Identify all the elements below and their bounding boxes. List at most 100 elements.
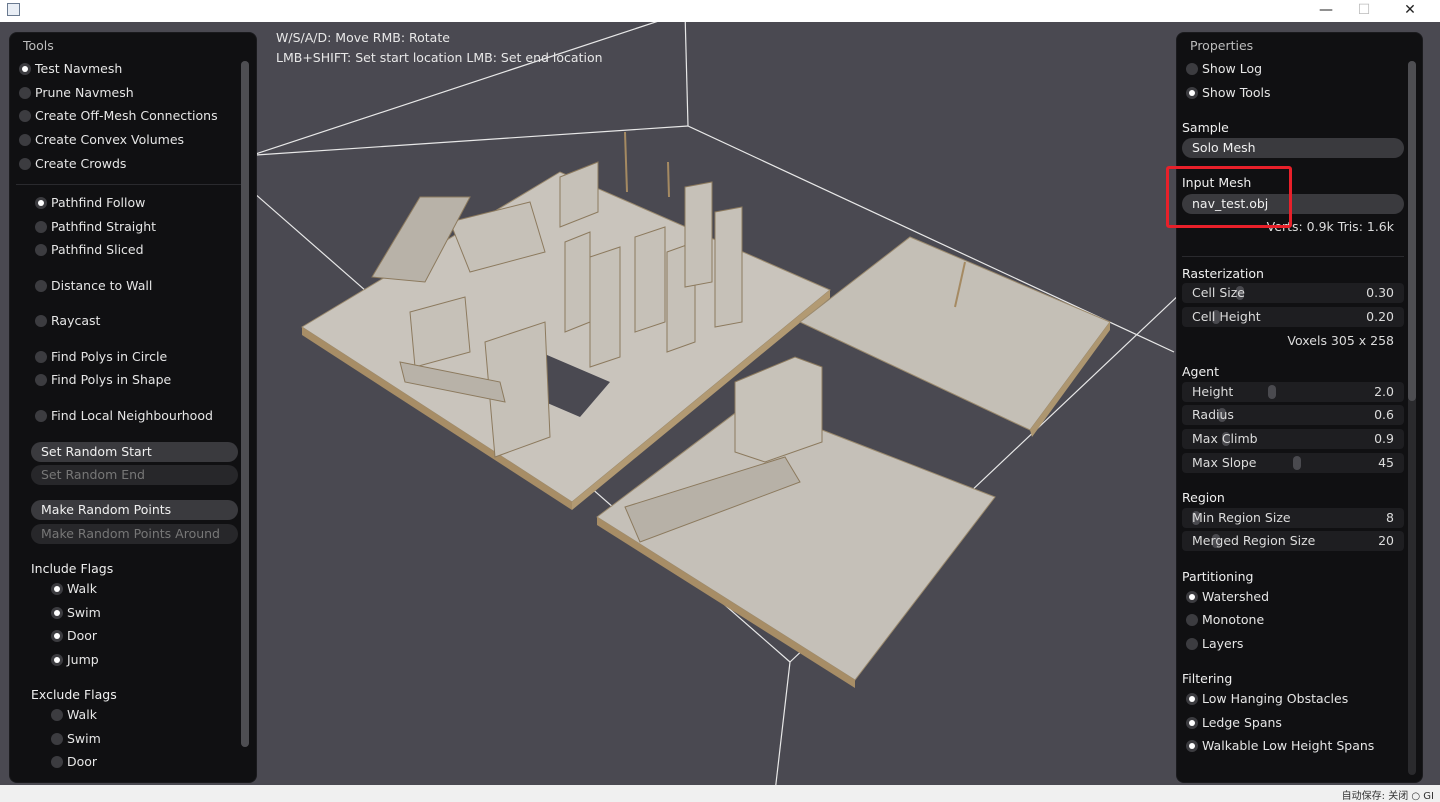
agent-max-climb-slider[interactable]: Max Climb 0.9: [1182, 429, 1404, 449]
radio-off-icon: [19, 134, 31, 146]
make-random-points-around-button[interactable]: Make Random Points Around: [31, 524, 238, 544]
test-raycast[interactable]: Raycast: [35, 311, 235, 331]
test-distance-to-wall[interactable]: Distance to Wall: [35, 276, 235, 296]
test-label: Raycast: [51, 313, 101, 328]
scrollbar-thumb[interactable]: [1408, 61, 1416, 401]
help-text-move: W/S/A/D: Move RMB: Rotate: [276, 30, 450, 45]
merged-region-size-slider[interactable]: Merged Region Size 20: [1182, 531, 1404, 551]
min-region-size-slider[interactable]: Min Region Size 8: [1182, 508, 1404, 528]
tool-create-off-mesh-connections[interactable]: Create Off-Mesh Connections: [19, 106, 229, 126]
test-pathfind-straight[interactable]: Pathfind Straight: [35, 217, 235, 237]
agent-max-slope-slider[interactable]: Max Slope 45: [1182, 453, 1404, 473]
checkbox-off-icon: [1186, 63, 1198, 75]
radio-on-icon: [19, 63, 31, 75]
radio-label: Watershed: [1202, 589, 1270, 604]
slider-value: 2.0: [1374, 384, 1394, 399]
exclude-flag-swim[interactable]: Swim: [51, 729, 201, 749]
set-random-end-button[interactable]: Set Random End: [31, 465, 238, 485]
show-tools-checkbox[interactable]: Show Tools: [1186, 83, 1386, 103]
help-text-location: LMB+SHIFT: Set start location LMB: Set e…: [276, 50, 603, 65]
maximize-button[interactable]: ☐: [1341, 0, 1387, 22]
test-label: Pathfind Straight: [51, 219, 157, 234]
input-mesh-highlight: [1166, 166, 1292, 228]
test-pathfind-sliced[interactable]: Pathfind Sliced: [35, 240, 235, 260]
include-flags-heading: Include Flags: [31, 561, 114, 576]
sample-heading: Sample: [1182, 120, 1229, 135]
partition-watershed[interactable]: Watershed: [1186, 587, 1386, 607]
include-flag-door[interactable]: Door: [51, 626, 201, 646]
radio-label: Monotone: [1202, 612, 1265, 627]
tool-label: Create Convex Volumes: [35, 132, 185, 147]
radio-off-icon: [1186, 638, 1198, 650]
checkbox-on-icon: [51, 630, 63, 642]
show-log-checkbox[interactable]: Show Log: [1186, 59, 1386, 79]
checkbox-label: Show Tools: [1202, 85, 1271, 100]
agent-height-slider[interactable]: Height 2.0: [1182, 382, 1404, 402]
tool-test-navmesh[interactable]: Test Navmesh: [19, 59, 229, 79]
slider-knob[interactable]: [1268, 385, 1276, 399]
slider-value: 0.9: [1374, 431, 1394, 446]
slider-knob[interactable]: [1293, 456, 1301, 470]
radio-off-icon: [19, 87, 31, 99]
checkbox-off-icon: [51, 709, 63, 721]
exclude-flag-door[interactable]: Door: [51, 752, 201, 772]
test-label: Pathfind Sliced: [51, 242, 144, 257]
partition-monotone[interactable]: Monotone: [1186, 610, 1386, 630]
tool-create-crowds[interactable]: Create Crowds: [19, 154, 229, 174]
slider-label: Height: [1192, 384, 1234, 399]
scrollbar-thumb[interactable]: [241, 61, 249, 747]
test-label: Distance to Wall: [51, 278, 153, 293]
radio-off-icon: [19, 110, 31, 122]
checkbox-label: Ledge Spans: [1202, 715, 1282, 730]
tool-label: Prune Navmesh: [35, 85, 134, 100]
slider-value: 0.30: [1366, 285, 1394, 300]
checkbox-label: Show Log: [1202, 61, 1263, 76]
checkbox-label: Low Hanging Obstacles: [1202, 691, 1349, 706]
checkbox-on-icon: [1186, 693, 1198, 705]
test-find-polys-in-shape[interactable]: Find Polys in Shape: [35, 370, 235, 390]
agent-heading: Agent: [1182, 364, 1219, 379]
partitioning-heading: Partitioning: [1182, 569, 1254, 584]
agent-radius-slider[interactable]: Radius 0.6: [1182, 405, 1404, 425]
properties-panel-title: Properties: [1190, 38, 1254, 53]
properties-scrollbar[interactable]: [1408, 61, 1416, 775]
cell-height-slider[interactable]: Cell Height 0.20: [1182, 307, 1404, 327]
filter-walkable-low-height-spans[interactable]: Walkable Low Height Spans: [1186, 736, 1396, 756]
flag-label: Door: [67, 754, 98, 769]
partition-layers[interactable]: Layers: [1186, 634, 1386, 654]
flag-label: Swim: [67, 731, 101, 746]
properties-panel: Properties Show Log Show Tools Sample So…: [1177, 33, 1422, 782]
radio-off-icon: [1186, 614, 1198, 626]
close-button[interactable]: ✕: [1387, 0, 1433, 22]
include-flag-jump[interactable]: Jump: [51, 650, 201, 670]
test-label: Find Polys in Shape: [51, 372, 172, 387]
tools-scrollbar[interactable]: [241, 61, 249, 747]
filter-low-hanging-obstacles[interactable]: Low Hanging Obstacles: [1186, 689, 1396, 709]
tool-prune-navmesh[interactable]: Prune Navmesh: [19, 83, 229, 103]
set-random-start-button[interactable]: Set Random Start: [31, 442, 238, 462]
checkbox-off-icon: [51, 756, 63, 768]
slider-value: 45: [1378, 455, 1394, 470]
include-flag-walk[interactable]: Walk: [51, 579, 201, 599]
flag-label: Swim: [67, 605, 101, 620]
checkbox-label: Walkable Low Height Spans: [1202, 738, 1375, 753]
slider-label: Merged Region Size: [1192, 533, 1316, 548]
tools-panel: Tools Test Navmesh Prune Navmesh Create …: [10, 33, 256, 782]
test-find-local-neighbourhood[interactable]: Find Local Neighbourhood: [35, 406, 235, 426]
exclude-flag-walk[interactable]: Walk: [51, 705, 201, 725]
include-flag-swim[interactable]: Swim: [51, 603, 201, 623]
tool-label: Test Navmesh: [35, 61, 123, 76]
checkbox-on-icon: [51, 583, 63, 595]
test-pathfind-follow[interactable]: Pathfind Follow: [35, 193, 235, 213]
flag-label: Walk: [67, 581, 97, 596]
radio-off-icon: [35, 280, 47, 292]
test-find-polys-in-circle[interactable]: Find Polys in Circle: [35, 347, 235, 367]
tool-create-convex-volumes[interactable]: Create Convex Volumes: [19, 130, 229, 150]
mesh-right-terrain: [799, 236, 1111, 437]
test-label: Pathfind Follow: [51, 195, 146, 210]
cell-size-slider[interactable]: Cell Size 0.30: [1182, 283, 1404, 303]
make-random-points-button[interactable]: Make Random Points: [31, 500, 238, 520]
filter-ledge-spans[interactable]: Ledge Spans: [1186, 713, 1396, 733]
sample-selector[interactable]: Solo Mesh: [1182, 138, 1404, 158]
status-bar: 自动保存: 关闭 ○ GI: [0, 785, 1440, 802]
